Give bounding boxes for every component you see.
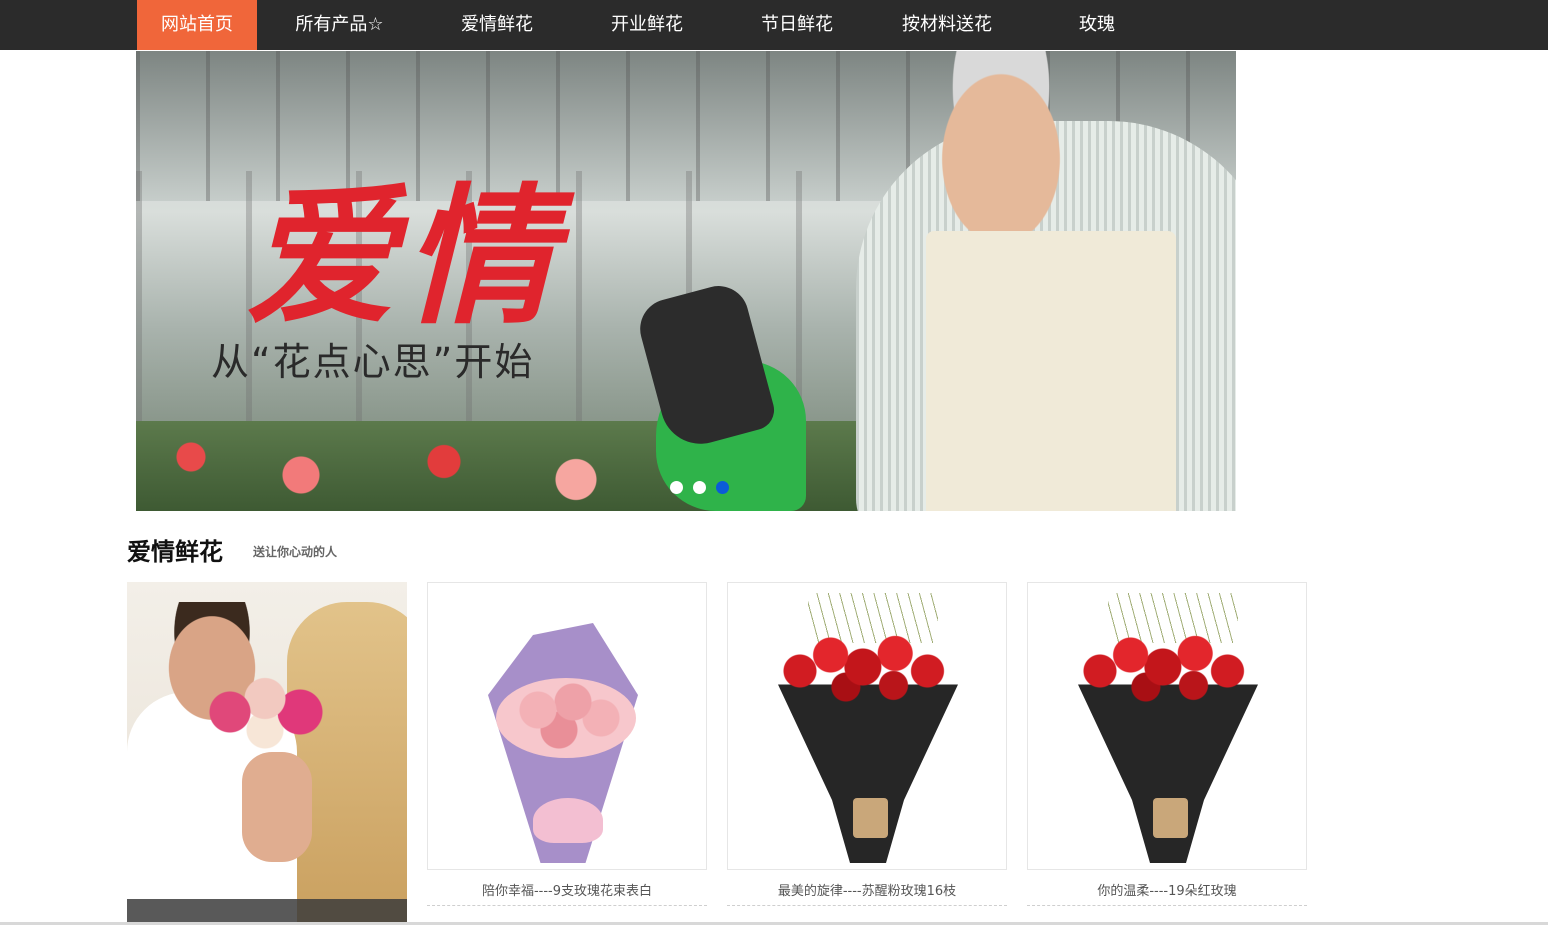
product-divider xyxy=(727,905,1007,906)
product-card[interactable]: 陪你幸福----9支玫瑰花束表白 xyxy=(427,582,707,925)
product-name[interactable]: 陪你幸福----9支玫瑰花束表白 xyxy=(427,880,707,899)
nav-item-home[interactable]: 网站首页 xyxy=(137,0,257,50)
main-nav: 网站首页 所有产品☆ 爱情鲜花 开业鲜花 节日鲜花 按材料送花 玫瑰 xyxy=(137,0,1172,50)
pink-carnations-image xyxy=(496,678,636,758)
nav-item-love-flowers[interactable]: 爱情鲜花 xyxy=(422,0,572,50)
couple-bouquet-image xyxy=(202,667,342,757)
product-image[interactable] xyxy=(1027,582,1307,870)
nav-item-opening-flowers[interactable]: 开业鲜花 xyxy=(572,0,722,50)
carousel-dots xyxy=(670,481,729,494)
product-name[interactable]: 最美的旋律----苏醒粉玫瑰16枝 xyxy=(727,880,1007,899)
carousel-dot-2[interactable] xyxy=(693,481,706,494)
ribbon-image xyxy=(853,798,888,838)
product-divider xyxy=(427,905,707,906)
product-image[interactable] xyxy=(727,582,1007,870)
red-roses-image xyxy=(783,623,953,703)
nav-item-by-material[interactable]: 按材料送花 xyxy=(872,0,1022,50)
hero-banner[interactable]: 爱情 从“花点心思”开始 xyxy=(136,51,1236,511)
ribbon-image xyxy=(1153,798,1188,838)
product-divider xyxy=(1027,905,1307,906)
product-name[interactable]: 你的温柔----19朵红玫瑰 xyxy=(1027,880,1307,899)
carousel-dot-1[interactable] xyxy=(670,481,683,494)
gardener-apron-image xyxy=(926,231,1176,511)
product-card[interactable]: 最美的旋律----苏醒粉玫瑰16枝 xyxy=(727,582,1007,925)
carousel-dot-3[interactable] xyxy=(716,481,729,494)
banner-headline: 爱情 xyxy=(246,169,563,345)
product-image[interactable] xyxy=(427,582,707,870)
gardener-head-image xyxy=(926,51,1076,231)
product-card[interactable]: 你的温柔----19朵红玫瑰 xyxy=(1027,582,1307,925)
hands-image xyxy=(242,752,312,862)
nav-item-holiday-flowers[interactable]: 节日鲜花 xyxy=(722,0,872,50)
section-title: 爱情鲜花 xyxy=(127,538,223,566)
nav-item-all-products[interactable]: 所有产品☆ xyxy=(257,0,422,50)
banner-tagline: 从“花点心思”开始 xyxy=(211,340,535,384)
feature-couple-image[interactable] xyxy=(127,582,407,925)
section-subtitle: 送让你心动的人 xyxy=(253,545,338,559)
red-roses-image xyxy=(1083,623,1253,703)
top-navigation-bar: 网站首页 所有产品☆ 爱情鲜花 开业鲜花 节日鲜花 按材料送花 玫瑰 xyxy=(0,0,1548,50)
nav-item-roses[interactable]: 玫瑰 xyxy=(1022,0,1172,50)
pink-bow-image xyxy=(533,798,603,843)
